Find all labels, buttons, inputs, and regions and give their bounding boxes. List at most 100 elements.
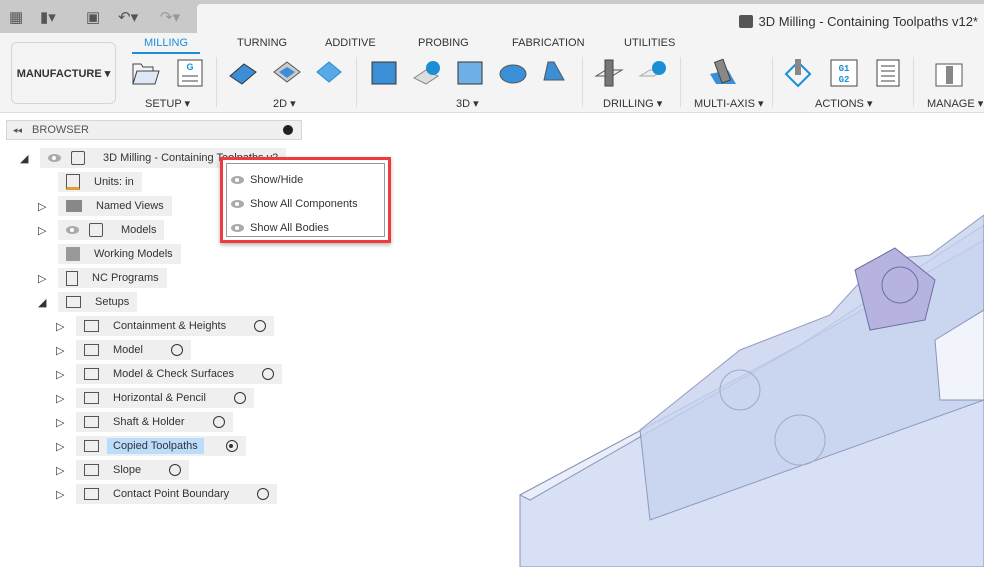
2d-pocket-icon[interactable] [272, 58, 302, 88]
setup-folder-icon[interactable] [131, 58, 161, 88]
tab-additive[interactable]: ADDITIVE [325, 37, 376, 49]
simulate-icon[interactable] [783, 58, 813, 88]
eye-icon [231, 200, 244, 208]
active-setup-radio[interactable] [212, 416, 225, 428]
drilling-group-label[interactable]: DRILLING ▾ [603, 97, 662, 110]
tree-item-setups[interactable]: ◢ Setups [38, 292, 138, 312]
menu-item-show-hide[interactable]: Show/Hide [231, 174, 303, 186]
folder-open-icon [84, 392, 99, 404]
collapse-browser-button[interactable]: ◂◂ [13, 125, 22, 136]
expand-arrow-icon[interactable]: ▷ [38, 200, 58, 213]
redo-icon[interactable]: ↷▾ [160, 8, 180, 26]
menu-label: Show/Hide [250, 174, 304, 186]
expand-arrow-icon[interactable]: ▷ [56, 344, 76, 357]
setup-item[interactable]: ▷ Copied Toolpaths [56, 436, 246, 456]
document-title: 3D Milling - Containing Toolpaths v12* [758, 14, 978, 29]
3d-radial-icon[interactable] [498, 58, 528, 88]
manage-group-label[interactable]: MANAGE ▾ [927, 97, 983, 110]
menu-item-show-all-bodies[interactable]: Show All Bodies [231, 222, 329, 234]
setup-item[interactable]: ▷ Model & Check Surfaces [56, 364, 283, 384]
tab-turning[interactable]: TURNING [237, 37, 287, 49]
setup-group-label[interactable]: SETUP ▾ [145, 97, 190, 110]
expand-arrow-icon[interactable]: ▷ [56, 464, 76, 477]
folder-open-icon [66, 296, 81, 308]
svg-text:G: G [186, 62, 193, 72]
expand-arrow-icon[interactable]: ▷ [56, 392, 76, 405]
2d-group-label[interactable]: 2D ▾ [273, 97, 296, 110]
visibility-eye-icon[interactable] [66, 226, 79, 234]
2d-adaptive-icon[interactable] [228, 58, 258, 88]
setup-item[interactable]: ▷ Model [56, 340, 191, 360]
document-tab[interactable]: 3D Milling - Containing Toolpaths v12* [197, 4, 984, 33]
menu-item-show-all-components[interactable]: Show All Components [231, 198, 358, 210]
collapse-arrow-icon[interactable]: ◢ [20, 152, 40, 165]
tree-item-named-views[interactable]: ▷ Named Views [38, 196, 172, 216]
active-setup-radio[interactable] [257, 488, 270, 500]
nc-program-icon[interactable]: G [175, 58, 205, 88]
save-icon[interactable]: ▣ [86, 8, 100, 26]
tab-fabrication[interactable]: FABRICATION [512, 37, 585, 49]
setup-label: Shaft & Holder [113, 416, 185, 428]
folder-open-icon [84, 488, 99, 500]
tree-item-models[interactable]: ▷ Models [38, 220, 165, 240]
3d-pocket-icon[interactable] [412, 58, 442, 88]
app-grid-icon[interactable]: ▦ [9, 8, 23, 26]
svg-text:G2: G2 [839, 75, 850, 85]
multi-axis-group-label[interactable]: MULTI-AXIS ▾ [694, 97, 764, 110]
3d-group-label[interactable]: 3D ▾ [456, 97, 479, 110]
folder-open-icon [84, 464, 99, 476]
nc-programs-label: NC Programs [92, 272, 159, 284]
active-setup-radio[interactable] [169, 464, 182, 476]
multi-axis-icon[interactable] [708, 58, 738, 88]
menu-label: Show All Components [250, 198, 358, 210]
file-icon[interactable]: ▮▾ [40, 8, 56, 26]
hole-recognition-icon[interactable] [638, 58, 668, 88]
setup-label: Containment & Heights [113, 320, 227, 332]
context-menu: Show/Hide Show All Components Show All B… [220, 157, 391, 243]
minimize-icon[interactable] [283, 125, 293, 135]
units-icon [66, 174, 80, 190]
setup-item[interactable]: ▷ Horizontal & Pencil [56, 388, 254, 408]
visibility-eye-icon[interactable] [48, 154, 61, 162]
3d-adaptive-icon[interactable] [369, 58, 399, 88]
tree-item-units[interactable]: Units: in [58, 172, 142, 192]
actions-group-label[interactable]: ACTIONS ▾ [815, 97, 872, 110]
expand-arrow-icon[interactable]: ▷ [56, 488, 76, 501]
component-icon [71, 151, 85, 165]
expand-arrow-icon[interactable]: ▷ [56, 440, 76, 453]
active-setup-radio[interactable] [254, 320, 267, 332]
tab-milling[interactable]: MILLING [131, 37, 201, 54]
workspace-selector[interactable]: MANUFACTURE ▾ [11, 42, 116, 104]
expand-arrow-icon[interactable]: ▷ [56, 416, 76, 429]
collapse-arrow-icon[interactable]: ◢ [38, 296, 58, 309]
models-label: Models [121, 224, 157, 236]
active-setup-radio[interactable] [262, 368, 275, 380]
tree-item-nc-programs[interactable]: ▷ NC Programs [38, 268, 167, 288]
3d-viewport-model[interactable] [500, 200, 984, 567]
3d-steep-shallow-icon[interactable] [455, 58, 485, 88]
working-models-icon [66, 247, 80, 261]
active-setup-radio[interactable] [225, 440, 238, 452]
undo-icon[interactable]: ↶▾ [118, 8, 138, 26]
active-setup-radio[interactable] [170, 344, 183, 356]
setup-item[interactable]: ▷ Containment & Heights [56, 316, 275, 336]
3d-spiral-icon[interactable] [540, 58, 570, 88]
tab-utilities[interactable]: UTILITIES [624, 37, 675, 49]
post-process-icon[interactable]: G1G2 [829, 58, 859, 88]
tree-item-working-models[interactable]: Working Models [58, 244, 181, 264]
drill-icon[interactable] [594, 58, 624, 88]
eye-icon [231, 176, 244, 184]
tab-probing[interactable]: PROBING [418, 37, 469, 49]
face-icon[interactable] [314, 58, 344, 88]
setup-item[interactable]: ▷ Contact Point Boundary [56, 484, 278, 504]
active-setup-radio[interactable] [233, 392, 246, 404]
expand-arrow-icon[interactable]: ▷ [56, 320, 76, 333]
tool-library-icon[interactable] [934, 58, 964, 88]
expand-arrow-icon[interactable]: ▷ [56, 368, 76, 381]
expand-arrow-icon[interactable]: ▷ [38, 224, 58, 237]
setup-sheet-icon[interactable] [873, 58, 903, 88]
setup-item[interactable]: ▷ Shaft & Holder [56, 412, 233, 432]
setup-item[interactable]: ▷ Slope [56, 460, 190, 480]
units-label: Units: in [94, 176, 134, 188]
expand-arrow-icon[interactable]: ▷ [38, 272, 58, 285]
